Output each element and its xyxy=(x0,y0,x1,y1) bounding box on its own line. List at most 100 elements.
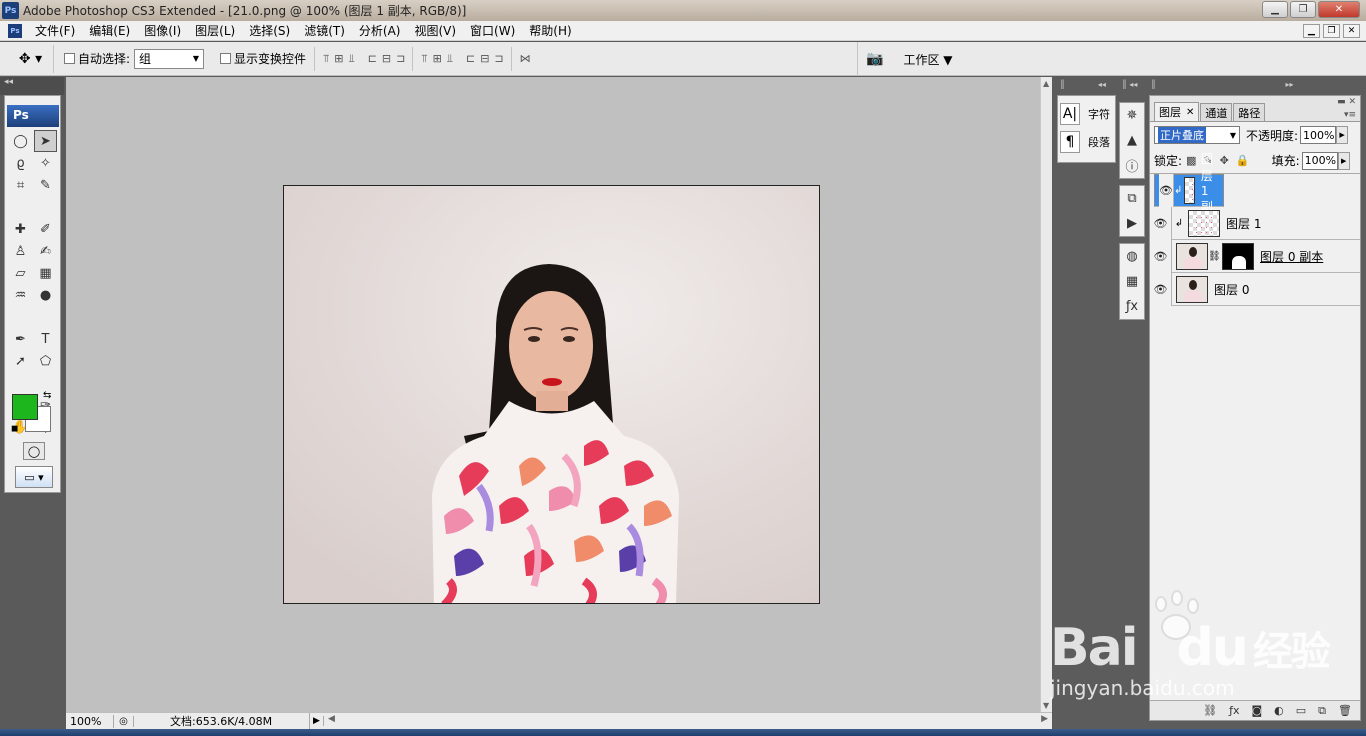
history-brush-tool-icon[interactable]: ✍ xyxy=(34,240,57,262)
history-icon[interactable]: ⧉ xyxy=(1120,186,1144,211)
opacity-slider-arrow-icon[interactable]: ▶ xyxy=(1336,126,1349,144)
layer-name: 图层 0 xyxy=(1214,282,1250,297)
eraser-tool-icon[interactable]: ▱ xyxy=(9,262,32,284)
minimize-button[interactable]: ▁ xyxy=(1262,1,1288,18)
gradient-tool-icon[interactable]: ▦ xyxy=(34,262,57,284)
char-panel-collapse-strip[interactable]: ║ ◂◂ xyxy=(1060,80,1120,93)
menu-help[interactable]: 帮助(H) xyxy=(522,22,578,39)
menu-select[interactable]: 选择(S) xyxy=(242,22,297,39)
magic-wand-tool-icon[interactable]: ✧ xyxy=(34,152,57,174)
menu-image[interactable]: 图像(I) xyxy=(137,22,188,39)
menu-layer[interactable]: 图层(L) xyxy=(188,22,242,39)
panel-minimize-close-icon[interactable]: ▬ ✕ xyxy=(1337,97,1356,107)
styles-icon[interactable]: ƒx xyxy=(1120,294,1144,319)
align-icons[interactable]: ⫪ ⊞ ⫫ ⊏ ⊟ ⊐ xyxy=(323,52,405,66)
shape-tool-icon[interactable]: ⬠ xyxy=(34,350,57,372)
fill-input[interactable]: 100% xyxy=(1301,151,1338,170)
zoom-level[interactable]: 100% xyxy=(66,714,114,728)
horizontal-scrollbar[interactable]: ◀ ▶ xyxy=(324,714,1052,729)
paragraph-panel-button[interactable]: ¶ 段落 xyxy=(1058,128,1115,156)
layer-row-0[interactable]: 👁 图层 0 xyxy=(1150,272,1360,306)
new-layer-icon[interactable]: ⧉ xyxy=(1318,704,1326,718)
status-menu-arrow-icon[interactable]: ▶ xyxy=(310,716,324,726)
eye-icon[interactable]: 👁 xyxy=(1159,174,1174,207)
document-icon[interactable]: Ps xyxy=(8,23,22,38)
move-tool-preset-icon[interactable]: ✥ ▾ xyxy=(8,44,54,73)
swatches-icon[interactable]: ◍ xyxy=(1120,244,1144,269)
crop-tool-icon[interactable]: ⌗ xyxy=(9,174,32,196)
actions-icon[interactable]: ▶ xyxy=(1120,211,1144,236)
eye-icon[interactable]: 👁 xyxy=(1150,239,1172,273)
menu-filter[interactable]: 滤镜(T) xyxy=(297,22,352,39)
auto-select-dropdown[interactable]: 组 ▼ xyxy=(134,48,205,69)
blur-tool-icon[interactable]: ♒ xyxy=(9,284,32,306)
layer-row-0-copy[interactable]: 👁 ⛓ 图层 0 副本 xyxy=(1150,239,1360,273)
info-icon[interactable]: ⓘ xyxy=(1120,153,1144,178)
link-layers-icon[interactable]: ⛓ xyxy=(1203,704,1217,717)
swap-colors-icon[interactable]: ⇆ xyxy=(43,390,51,401)
default-colors-icon[interactable]: ◼ xyxy=(11,424,18,434)
auto-select-checkbox[interactable] xyxy=(64,53,75,64)
icon-panel-collapse-strip[interactable]: ║ ◂◂ xyxy=(1122,80,1146,93)
pen-tool-icon[interactable]: ✒ xyxy=(9,328,32,350)
histogram-icon[interactable]: ▲ xyxy=(1120,128,1144,153)
layer-style-icon[interactable]: ƒx xyxy=(1229,704,1239,717)
fill-slider-arrow-icon[interactable]: ▶ xyxy=(1337,151,1350,170)
auto-align-icon[interactable]: ⋈ xyxy=(520,52,531,65)
delete-layer-icon[interactable]: 🗑 xyxy=(1338,704,1352,717)
show-transform-checkbox[interactable] xyxy=(220,53,232,64)
layer-mask-thumbnail[interactable] xyxy=(1222,242,1254,270)
marquee-tool-icon[interactable]: ◯ xyxy=(9,130,32,152)
quick-mask-icon[interactable]: ◯ xyxy=(23,442,45,460)
move-tool-icon[interactable]: ➤ xyxy=(34,130,57,152)
screen-mode-icon[interactable]: ▭ ▾ xyxy=(15,466,53,488)
tab-paths[interactable]: 路径 xyxy=(1233,103,1266,121)
vertical-scrollbar[interactable]: ▲ ▼ xyxy=(1040,77,1052,712)
dodge-tool-icon[interactable]: ● xyxy=(34,284,57,306)
doc-close-button[interactable]: ✕ xyxy=(1343,24,1360,38)
character-panel-button[interactable]: A| 字符 xyxy=(1058,100,1115,128)
workspace-menu[interactable]: 工作区 ▼ xyxy=(903,51,952,68)
menu-window[interactable]: 窗口(W) xyxy=(463,22,522,39)
eye-icon[interactable]: 👁 xyxy=(1150,272,1172,306)
opacity-input[interactable]: 100% xyxy=(1300,126,1337,144)
lock-all-icon[interactable]: 🔒 xyxy=(1236,154,1250,167)
menu-edit[interactable]: 编辑(E) xyxy=(82,22,137,39)
layer-row-1-copy[interactable]: 👁 ↲ 图层 1 副本 xyxy=(1154,152,1224,231)
blend-mode-dropdown[interactable]: 正片叠底 ▼ xyxy=(1154,126,1240,144)
toolbox-collapse-strip[interactable]: ◂◂ xyxy=(0,77,64,95)
eye-icon[interactable]: 👁 xyxy=(1150,206,1172,240)
menu-view[interactable]: 视图(V) xyxy=(407,22,463,39)
lock-position-icon[interactable]: ✥ xyxy=(1220,154,1229,167)
menu-analysis[interactable]: 分析(A) xyxy=(352,22,408,39)
slice-tool-icon[interactable]: ✎ xyxy=(34,174,57,196)
new-group-icon[interactable]: ▭ xyxy=(1296,704,1306,717)
menu-file[interactable]: 文件(F) xyxy=(28,22,82,39)
lasso-tool-icon[interactable]: ϱ xyxy=(9,152,32,174)
doc-minimize-button[interactable]: ▁ xyxy=(1303,24,1320,38)
clone-stamp-tool-icon[interactable]: ♙ xyxy=(9,240,32,262)
type-tool-icon[interactable]: T xyxy=(34,328,57,350)
doc-restore-button[interactable]: ❐ xyxy=(1323,24,1340,38)
healing-brush-tool-icon[interactable]: ✚ xyxy=(9,218,32,240)
status-icon[interactable]: ◎ xyxy=(114,715,134,727)
close-button[interactable]: ✕ xyxy=(1318,1,1360,18)
add-mask-icon[interactable]: ◙ xyxy=(1251,704,1262,717)
tab-layers[interactable]: 图层 ✕ xyxy=(1154,102,1200,121)
navigator-icon[interactable]: ✵ xyxy=(1120,103,1144,128)
lock-transparency-icon[interactable]: ▩ xyxy=(1186,154,1196,167)
adjustment-layer-icon[interactable]: ◐ xyxy=(1274,704,1284,717)
grid-icon[interactable]: ▦ xyxy=(1120,269,1144,294)
document-image[interactable] xyxy=(283,185,820,604)
tab-channels[interactable]: 通道 xyxy=(1200,103,1233,121)
foreground-color-swatch[interactable] xyxy=(12,394,38,420)
layer-row-1[interactable]: 👁 ↲ 图层 1 xyxy=(1150,206,1360,240)
layers-panel-collapse-strip[interactable]: ║ ▸▸ xyxy=(1151,80,1361,93)
brush-tool-icon[interactable]: ✐ xyxy=(34,218,57,240)
maximize-button[interactable]: ❐ xyxy=(1290,1,1316,18)
mask-link-icon[interactable]: ⛓ xyxy=(1208,251,1221,262)
panel-menu-icon[interactable]: ▾≡ xyxy=(1344,110,1356,120)
path-selection-tool-icon[interactable]: ➚ xyxy=(9,350,32,372)
bridge-icon[interactable]: 📷 xyxy=(866,51,883,67)
distribute-icons[interactable]: ⫪ ⊞ ⫫ ⊏ ⊟ ⊐ xyxy=(421,52,503,66)
